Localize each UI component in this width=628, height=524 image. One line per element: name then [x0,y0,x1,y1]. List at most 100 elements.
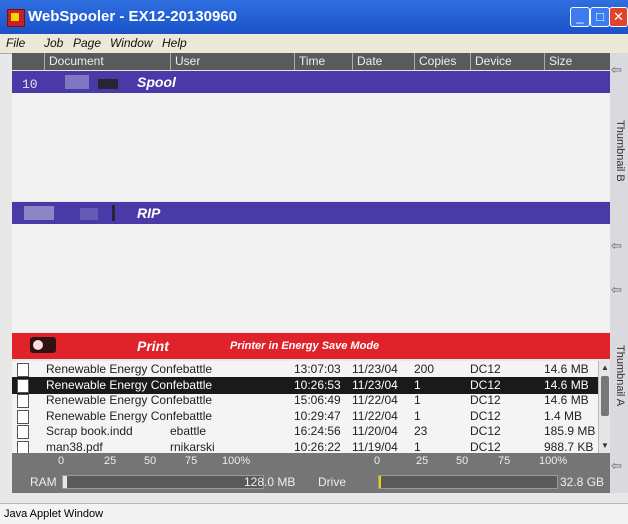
job-date: 11/20/04 [352,424,398,438]
print-banner-image [30,337,56,353]
job-device: DC12 [470,362,501,376]
column-device[interactable]: Device [470,53,547,70]
job-time: 10:26:22 [294,439,341,454]
job-time: 13:07:03 [294,362,341,376]
resource-meters: 0 25 50 75 100% RAM 128.0 MB 0 25 50 75 … [12,453,610,493]
rip-pane[interactable] [12,224,610,332]
close-button[interactable]: ✕ [609,7,628,27]
print-band[interactable]: Print Printer in Energy Save Mode [12,333,610,359]
menu-file[interactable]: File [6,36,25,50]
job-size: 14.6 MB [544,377,589,392]
spool-label: Spool [137,74,176,90]
job-row[interactable]: Renewable Energy Confebattle 15:06:49 11/2… [12,392,598,409]
svg-text:10: 10 [22,77,38,91]
drive-value: 32.8 GB [560,475,605,489]
ram-meter [62,475,264,489]
ram-tick-50: 50 [144,455,157,467]
job-time: 16:24:56 [294,424,341,438]
menu-help[interactable]: Help [162,36,187,50]
rip-banner-image [24,205,115,221]
document-icon [17,409,29,424]
spool-pane[interactable] [12,93,610,201]
job-device: DC12 [470,408,501,423]
job-date: 11/23/04 [352,377,398,392]
status-bar: Java Applet Window [0,503,628,524]
job-copies: 23 [414,424,428,438]
ram-tick-25: 25 [104,455,117,467]
drive-meter [378,475,558,489]
job-row[interactable]: Scrap book.indd ebattle 16:24:56 11/20/04 23… [12,423,598,440]
column-time[interactable]: Time [294,53,355,70]
job-size: 988.7 KB [544,439,594,454]
ram-label: RAM [30,475,57,489]
document-icon [17,394,29,408]
scroll-up-arrow[interactable]: ▲ [600,363,610,373]
print-job-list[interactable]: Renewable Energy Confebattle 13:07:03 11/2… [12,361,598,453]
document-icon [17,440,29,453]
job-device: DC12 [470,439,501,454]
drive-label: Drive [318,475,347,489]
column-user[interactable]: User [170,53,297,70]
minimize-button[interactable]: _ [570,7,590,27]
job-size: 185.9 MB [544,424,596,438]
job-time: 10:29:47 [294,408,341,423]
thumbnail-b-left-arrow-icon[interactable]: ⇦ [611,62,627,82]
job-size: 14.6 MB [544,362,589,376]
window-title: WebSpooler - EX12-20130960 [28,8,237,25]
document-icon [17,378,29,393]
ram-tick-0: 0 [58,455,65,467]
column-size[interactable]: Size [544,53,611,70]
printer-status-text: Printer in Energy Save Mode [230,340,380,352]
job-document: Renewable Energy Confebattle [46,362,213,376]
column-copies[interactable]: Copies [414,53,473,70]
job-document: Renewable Energy Confebattle [46,377,213,392]
job-row[interactable]: Renewable Energy Confebattle 13:07:03 11/2… [12,361,598,378]
drive-tick-0: 0 [374,455,381,467]
job-user: ebattle [170,424,207,438]
document-icon [17,425,29,439]
menu-bar: File Job Page Window Help [0,34,628,54]
scroll-thumb[interactable] [601,376,609,416]
job-time: 10:26:53 [294,377,341,392]
print-label: Print [137,338,169,354]
ram-value: 128.0 MB [244,475,296,489]
job-device: DC12 [470,377,501,392]
job-copies: 1 [414,393,421,407]
spool-banner-image: 10 [22,75,118,91]
menu-page[interactable]: Page [73,36,101,50]
job-device: DC12 [470,424,501,438]
spool-band[interactable]: 10 Spool [12,71,610,93]
ram-tick-75: 75 [185,455,198,467]
menu-job[interactable]: Job [44,36,63,50]
job-time: 15:06:49 [294,393,341,407]
menu-window[interactable]: Window [110,36,153,50]
column-document[interactable]: Document [44,53,171,70]
job-copies: 1 [414,408,421,423]
rip-band[interactable]: RIP [12,202,610,224]
title-bar[interactable]: WebSpooler - EX12-20130960 _ □ ✕ [0,0,628,34]
ram-tick-100: 100% [222,455,251,467]
job-document: man38.pdf [46,439,103,454]
status-text: Java Applet Window [4,508,104,520]
thumbnail-a-left-arrow-icon[interactable]: ⇦ [611,282,627,302]
app-icon [7,9,25,27]
document-icon [17,363,29,377]
job-copies: 200 [414,362,435,376]
job-row[interactable]: Renewable Energy Confebattle 10:26:53 11/2… [12,376,598,394]
thumbnail-b-label: Thumbnail B [614,120,626,182]
thumbnail-strip [610,53,628,493]
drive-meter-fill [379,476,381,488]
job-row[interactable]: man38.pdf rnikarski 10:26:22 11/19/04 1 DC12 9… [12,439,598,454]
column-date[interactable]: Date [352,53,415,70]
job-row[interactable]: Renewable Energy Confebattle 10:29:47 11/2… [12,408,598,425]
maximize-button[interactable]: □ [590,7,610,27]
scroll-down-arrow[interactable]: ▼ [600,441,610,451]
job-size: 1.4 MB [544,408,583,423]
drive-tick-25: 25 [416,455,429,467]
job-date: 11/22/04 [352,393,398,407]
thumbnail-left-arrow-icon[interactable]: ⇦ [611,238,627,258]
job-date: 11/22/04 [352,408,398,423]
thumbnail-a-label: Thumbnail A [614,345,626,407]
meters-left-arrow-icon[interactable]: ⇦ [611,458,627,478]
drive-tick-100: 100% [539,455,568,467]
